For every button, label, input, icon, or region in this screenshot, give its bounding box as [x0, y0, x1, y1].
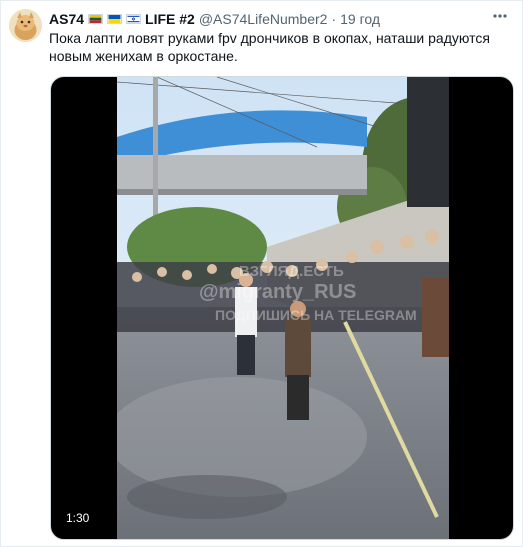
tweet-time[interactable]: 19 год [340, 11, 380, 27]
lithuania-flag-icon [88, 14, 104, 24]
dot-separator: · [331, 11, 337, 27]
video-watermark-line1: ВЗГЛЯД.ЕСТЬ [239, 263, 344, 280]
display-name[interactable]: AS74 [49, 11, 84, 27]
tweet-header: AS74 LIFE #2 @AS74LifeNumber2 · 19 год [49, 10, 488, 28]
video-watermark-line3: ПОДПИШИСЬ НА TELEGRAM [215, 307, 417, 323]
more-icon[interactable] [490, 7, 510, 27]
avatar[interactable] [9, 9, 42, 42]
ukraine-flag-icon [107, 14, 123, 24]
avatar-image [9, 9, 42, 42]
tweet-card[interactable]: AS74 LIFE #2 @AS74LifeNumber2 · 19 год П [0, 0, 523, 547]
user-handle[interactable]: @AS74LifeNumber2 [199, 11, 328, 27]
video-player[interactable]: ВЗГЛЯД.ЕСТЬ @migranty_RUS ПОДПИШИСЬ НА T… [50, 76, 514, 540]
tweet-text: Пока лапти ловят руками fpv дрончиков в … [49, 30, 490, 64]
video-frame: ВЗГЛЯД.ЕСТЬ @migranty_RUS ПОДПИШИСЬ НА T… [117, 77, 449, 539]
video-duration: 1:30 [61, 509, 95, 527]
israel-flag-icon [126, 14, 142, 24]
video-watermark-line2: @migranty_RUS [199, 281, 357, 303]
name-suffix[interactable]: LIFE #2 [145, 11, 195, 27]
